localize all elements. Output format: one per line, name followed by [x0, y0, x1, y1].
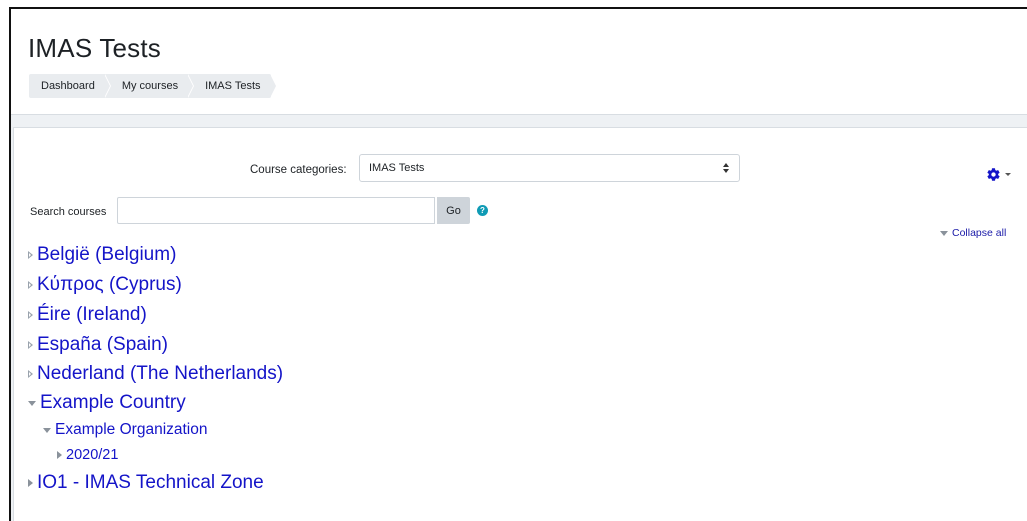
category-belgium[interactable]: België (Belgium)	[28, 244, 176, 266]
breadcrumb-separator	[103, 74, 111, 98]
category-label: Nederland (The Netherlands)	[37, 363, 284, 384]
category-netherlands[interactable]: Nederland (The Netherlands)	[28, 363, 283, 385]
collapse-all-label: Collapse all	[952, 227, 1007, 239]
breadcrumb-imas-tests[interactable]: IMAS Tests	[188, 74, 277, 98]
category-label: IO1 - IMAS Technical Zone	[37, 472, 264, 493]
help-icon[interactable]: ?	[477, 205, 488, 216]
triangle-right-icon	[28, 479, 33, 487]
triangle-right-icon	[28, 281, 33, 289]
category-2020-21[interactable]: 2020/21	[57, 447, 118, 463]
category-example-country[interactable]: Example Country	[28, 392, 186, 414]
gear-icon	[987, 168, 1000, 181]
collapse-all-link[interactable]: Collapse all	[940, 227, 1006, 239]
triangle-right-icon	[28, 370, 33, 378]
triangle-down-icon	[940, 230, 948, 236]
category-io1-imas-technical-zone[interactable]: IO1 - IMAS Technical Zone	[28, 472, 264, 494]
triangle-right-icon	[28, 341, 33, 349]
go-button[interactable]: Go	[437, 197, 470, 224]
category-cyprus[interactable]: Κύπρος (Cyprus)	[28, 274, 182, 296]
category-label: 2020/21	[66, 447, 119, 463]
triangle-down-icon	[43, 427, 51, 433]
course-categories-selected: IMAS Tests	[369, 162, 425, 174]
triangle-down-icon	[28, 400, 36, 406]
content-region	[13, 127, 1027, 521]
category-spain[interactable]: España (Spain)	[28, 334, 168, 356]
category-label: Éire (Ireland)	[37, 304, 147, 325]
category-label: Example Country	[40, 392, 186, 413]
breadcrumb-dashboard-label: Dashboard	[41, 80, 95, 92]
triangle-right-icon	[57, 451, 62, 459]
search-courses-input[interactable]	[117, 197, 435, 224]
select-arrows-icon	[723, 163, 729, 173]
page-title: IMAS Tests	[28, 33, 162, 63]
course-categories-label: Course categories:	[250, 164, 347, 176]
category-label: België (Belgium)	[37, 244, 177, 265]
chevron-down-icon	[1005, 173, 1011, 176]
category-label: España (Spain)	[37, 334, 168, 355]
breadcrumb-separator	[269, 74, 277, 98]
category-ireland[interactable]: Éire (Ireland)	[28, 304, 147, 326]
triangle-right-icon	[28, 251, 33, 259]
course-categories-select[interactable]: IMAS Tests	[359, 154, 740, 182]
breadcrumb-my-courses-label: My courses	[121, 80, 179, 92]
triangle-right-icon	[28, 311, 33, 319]
search-courses-label: Search courses	[30, 206, 107, 218]
breadcrumb-my-courses[interactable]: My courses	[105, 74, 195, 98]
settings-menu-button[interactable]	[986, 167, 1011, 182]
category-example-organization[interactable]: Example Organization	[43, 421, 208, 439]
breadcrumb: Dashboard My courses IMAS Tests	[29, 74, 277, 98]
breadcrumb-dashboard[interactable]: Dashboard	[29, 74, 111, 98]
breadcrumb-separator	[187, 74, 195, 98]
category-label: Κύπρος (Cyprus)	[37, 274, 182, 295]
page-header: IMAS Tests Dashboard My courses IMAS Tes…	[11, 9, 1027, 115]
category-label: Example Organization	[55, 421, 208, 438]
breadcrumb-imas-tests-label: IMAS Tests	[205, 80, 261, 92]
